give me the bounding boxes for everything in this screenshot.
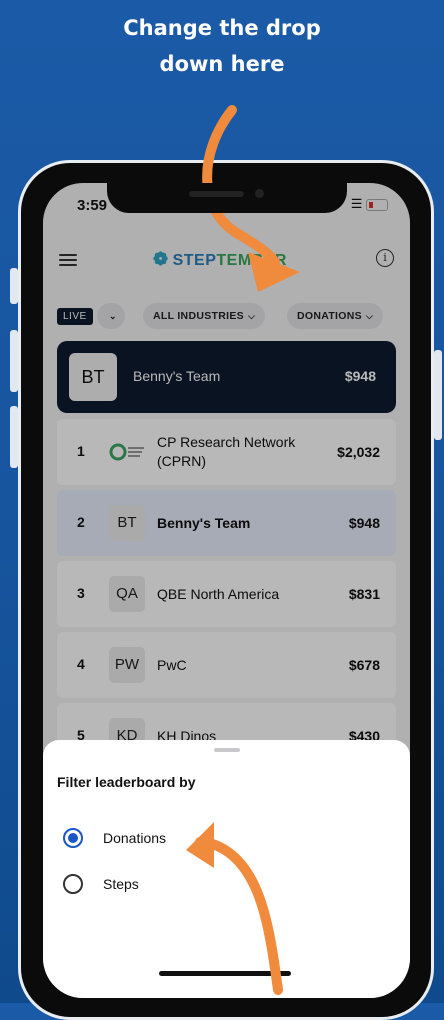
phone-power-button	[434, 350, 442, 440]
sheet-drag-handle[interactable]	[214, 748, 240, 752]
radio-unselected-icon[interactable]	[63, 874, 83, 894]
phone-mute-switch	[10, 268, 18, 304]
phone-screen: 3:59 ☰ ❁ STEPTEMBER i LIVE ⌄ ALL INDUSTRI…	[43, 183, 410, 998]
phone-volume-down	[10, 406, 18, 468]
notch	[107, 183, 347, 213]
radio-selected-icon[interactable]	[63, 828, 83, 848]
option-label: Steps	[103, 876, 139, 892]
option-label: Donations	[103, 830, 167, 846]
phone-volume-up	[10, 330, 18, 392]
caption-line-1: Change the drop	[123, 16, 321, 40]
filter-bottom-sheet: Filter leaderboard by Donations Steps	[43, 740, 410, 998]
caption-line-2: down here	[159, 52, 285, 76]
instruction-caption: Change the drop down here	[0, 10, 444, 82]
sheet-title: Filter leaderboard by	[57, 774, 196, 790]
home-indicator	[159, 971, 291, 976]
